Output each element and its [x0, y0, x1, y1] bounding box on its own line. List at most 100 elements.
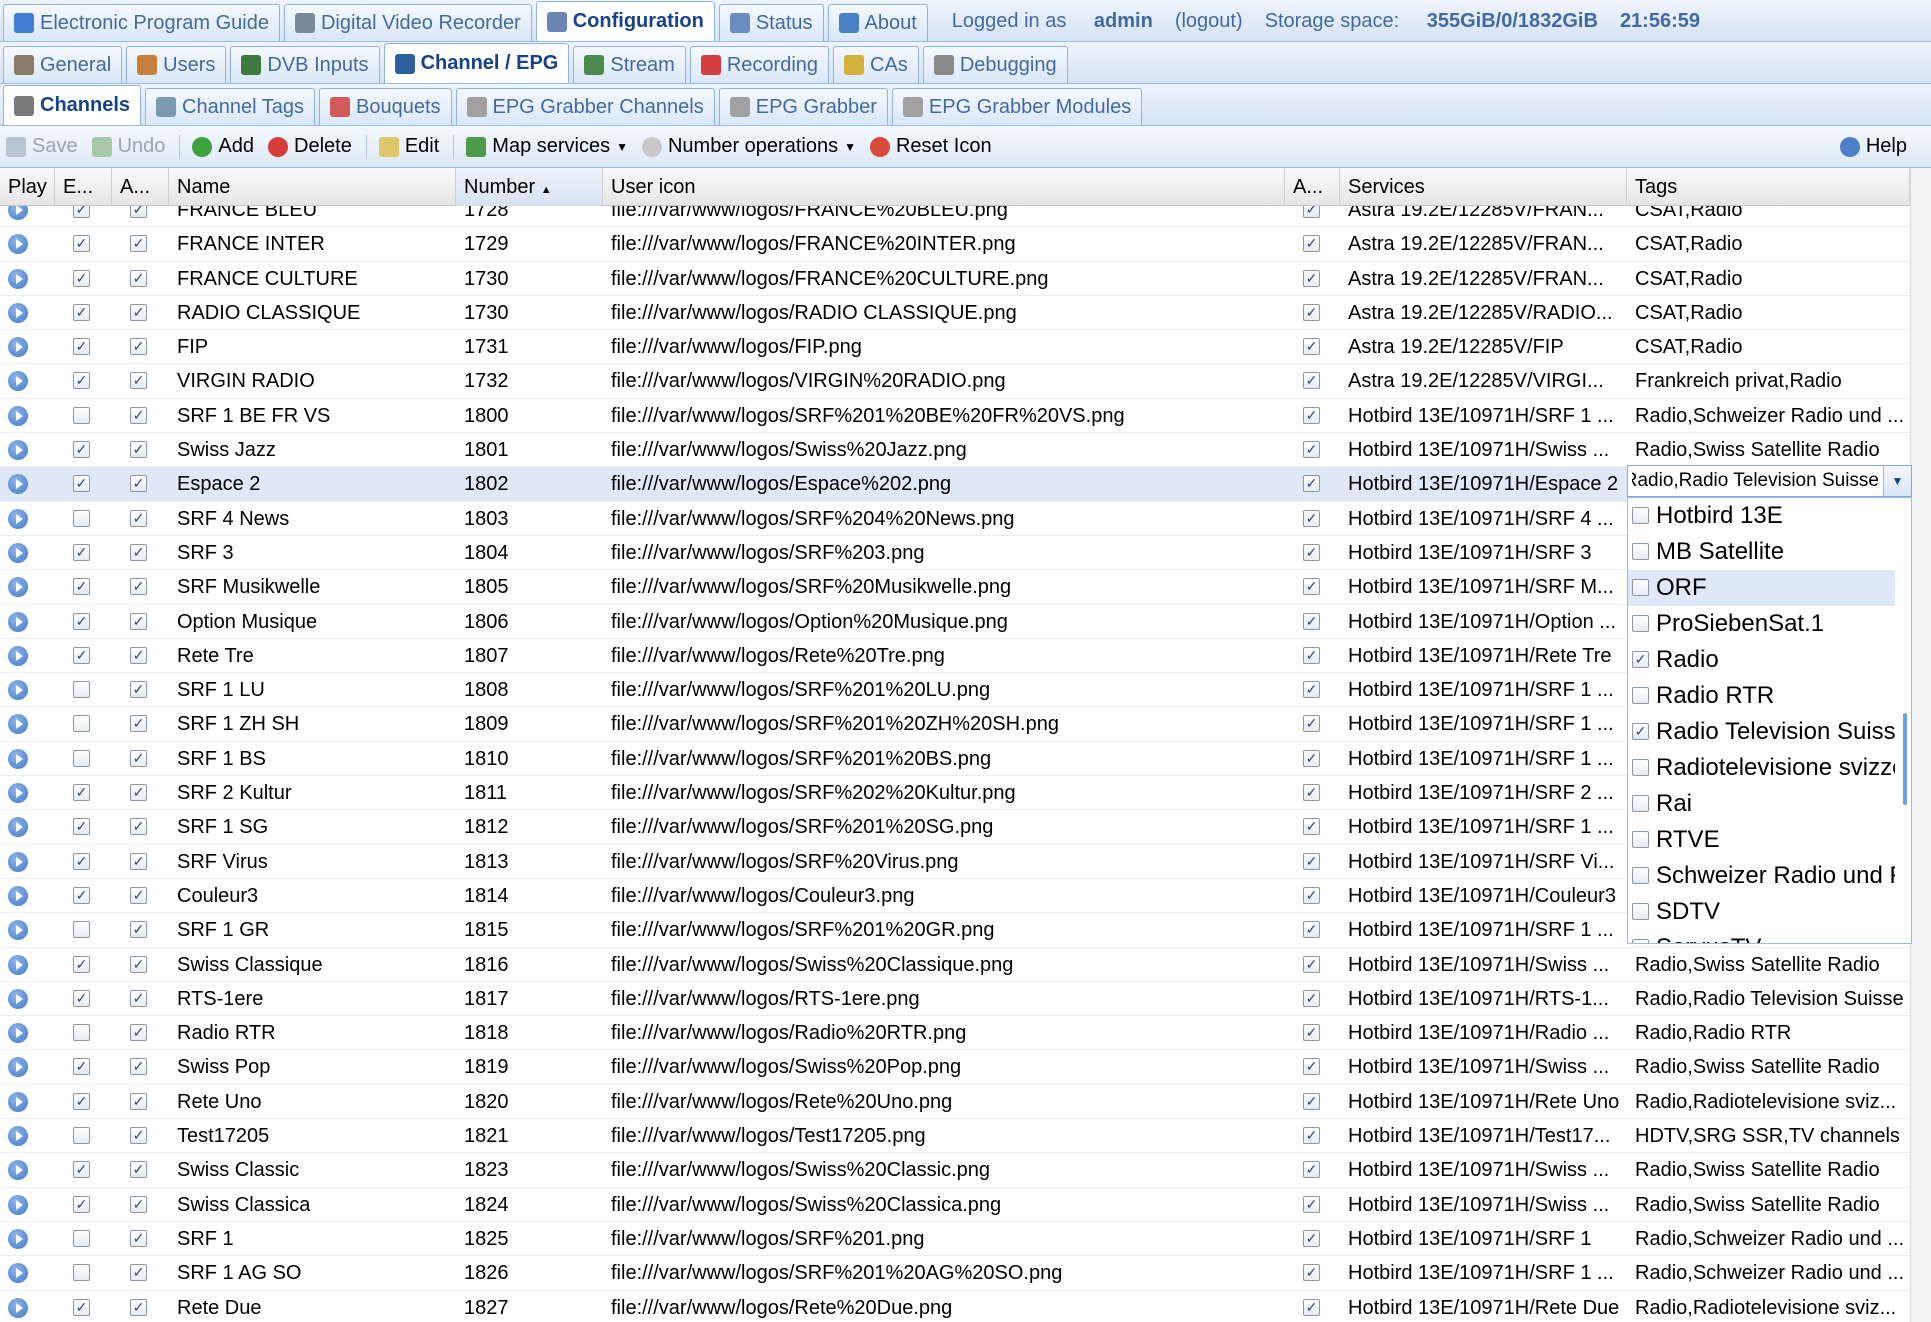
- enabled-checkbox[interactable]: [73, 406, 90, 424]
- tag-option-checkbox[interactable]: ✓: [1632, 651, 1649, 668]
- play-icon[interactable]: [8, 440, 28, 461]
- enabled-checkbox[interactable]: ✓: [73, 303, 90, 321]
- autoname-checkbox[interactable]: ✓: [130, 749, 147, 767]
- autoname-checkbox[interactable]: ✓: [130, 338, 147, 356]
- enabled-checkbox[interactable]: ✓: [73, 206, 90, 218]
- play-icon[interactable]: [8, 885, 28, 906]
- auto-icon-checkbox[interactable]: ✓: [1303, 206, 1320, 218]
- auto-icon-checkbox[interactable]: ✓: [1303, 1058, 1320, 1076]
- tags-input[interactable]: [1628, 466, 1883, 496]
- enabled-checkbox[interactable]: ✓: [73, 441, 90, 459]
- table-row[interactable]: ✓ SRF 4 News 1803 file:///var/www/logos/SRF…: [0, 502, 1910, 536]
- column-header-tags[interactable]: Tags: [1627, 168, 1910, 206]
- enabled-checkbox[interactable]: ✓: [73, 784, 90, 802]
- auto-icon-checkbox[interactable]: ✓: [1303, 269, 1320, 287]
- grid-scrollbar[interactable]: [1910, 168, 1931, 1322]
- table-row[interactable]: ✓ ✓ Swiss Jazz 1801 file:///var/www/logos/Sw…: [0, 433, 1910, 468]
- table-row[interactable]: ✓ ✓ Couleur3 1814 file:///var/www/logos/Coul…: [0, 879, 1910, 914]
- save-button[interactable]: Save: [6, 135, 78, 158]
- table-row[interactable]: ✓ ✓ Swiss Classic 1823 file:///var/www/logos…: [0, 1153, 1910, 1188]
- enabled-checkbox[interactable]: [73, 1024, 90, 1042]
- table-row[interactable]: ✓ ✓ Swiss Classique 1816 file:///var/www/log…: [0, 948, 1910, 982]
- channel-tab-channels[interactable]: Channels: [3, 85, 142, 125]
- auto-icon-checkbox[interactable]: ✓: [1303, 681, 1320, 699]
- auto-icon-checkbox[interactable]: ✓: [1303, 921, 1320, 939]
- play-icon[interactable]: [8, 851, 28, 872]
- enabled-checkbox[interactable]: ✓: [73, 338, 90, 356]
- logout-link[interactable]: (logout): [1175, 10, 1243, 33]
- enabled-checkbox[interactable]: [73, 509, 90, 527]
- autoname-checkbox[interactable]: ✓: [130, 269, 147, 287]
- table-row[interactable]: ✓ ✓ SRF Musikwelle 1805 file:///var/www/logo…: [0, 570, 1910, 605]
- tab-configuration[interactable]: Configuration: [535, 1, 715, 41]
- enabled-checkbox[interactable]: ✓: [73, 1058, 90, 1076]
- auto-icon-checkbox[interactable]: ✓: [1303, 1298, 1320, 1316]
- column-header-autoname[interactable]: A...: [112, 168, 169, 206]
- autoname-checkbox[interactable]: ✓: [130, 372, 147, 390]
- enabled-checkbox[interactable]: ✓: [73, 955, 90, 973]
- autoname-checkbox[interactable]: ✓: [130, 543, 147, 561]
- undo-button[interactable]: Undo: [91, 135, 165, 158]
- enabled-checkbox[interactable]: [73, 681, 90, 699]
- autoname-checkbox[interactable]: ✓: [130, 1298, 147, 1316]
- tag-option[interactable]: ServusTV: [1628, 930, 1895, 943]
- play-icon[interactable]: [8, 268, 28, 289]
- tag-option-checkbox[interactable]: [1632, 903, 1649, 920]
- table-row[interactable]: ✓ ✓ FRANCE INTER 1729 file:///var/www/logos/…: [0, 227, 1910, 262]
- enabled-checkbox[interactable]: [73, 1229, 90, 1247]
- auto-icon-checkbox[interactable]: ✓: [1303, 852, 1320, 870]
- autoname-checkbox[interactable]: ✓: [130, 235, 147, 253]
- config-tab-general[interactable]: General: [3, 46, 123, 83]
- table-row[interactable]: ✓ ✓ SRF Virus 1813 file:///var/www/logos/SRF…: [0, 845, 1910, 879]
- tag-option-checkbox[interactable]: [1632, 579, 1649, 596]
- tag-option[interactable]: Rai: [1628, 786, 1895, 822]
- auto-icon-checkbox[interactable]: ✓: [1303, 646, 1320, 664]
- play-icon[interactable]: [8, 1091, 28, 1112]
- tag-option[interactable]: ✓ Radio: [1628, 642, 1895, 678]
- enabled-checkbox[interactable]: ✓: [73, 1092, 90, 1110]
- auto-icon-checkbox[interactable]: ✓: [1303, 784, 1320, 802]
- table-row[interactable]: ✓ ✓ Swiss Pop 1819 file:///var/www/logos/Swi…: [0, 1050, 1910, 1085]
- channel-tab-bouquets[interactable]: Bouquets: [318, 88, 452, 125]
- play-icon[interactable]: [8, 1126, 28, 1147]
- auto-icon-checkbox[interactable]: ✓: [1303, 475, 1320, 493]
- dropdown-scrollbar-thumb[interactable]: [1903, 713, 1907, 805]
- table-row[interactable]: ✓ SRF 1 1825 file:///var/www/logos/SRF%201.…: [0, 1222, 1910, 1257]
- auto-icon-checkbox[interactable]: ✓: [1303, 372, 1320, 390]
- tag-option[interactable]: RTVE: [1628, 822, 1895, 858]
- enabled-checkbox[interactable]: ✓: [73, 235, 90, 253]
- enabled-checkbox[interactable]: ✓: [73, 372, 90, 390]
- autoname-checkbox[interactable]: ✓: [130, 955, 147, 973]
- edit-button[interactable]: Edit: [378, 135, 439, 158]
- auto-icon-checkbox[interactable]: ✓: [1303, 749, 1320, 767]
- auto-icon-checkbox[interactable]: ✓: [1303, 1161, 1320, 1179]
- auto-icon-checkbox[interactable]: ✓: [1303, 1264, 1320, 1282]
- table-row[interactable]: ✓ ✓ SRF 1 SG 1812 file:///var/www/logos/SRF%…: [0, 810, 1910, 845]
- tag-option-checkbox[interactable]: [1632, 831, 1649, 848]
- autoname-checkbox[interactable]: ✓: [130, 852, 147, 870]
- auto-icon-checkbox[interactable]: ✓: [1303, 338, 1320, 356]
- channel-tab-epg-grabber-channels[interactable]: EPG Grabber Channels: [455, 88, 715, 125]
- play-icon[interactable]: [8, 1057, 28, 1078]
- tab-digital-video-recorder[interactable]: Digital Video Recorder: [283, 4, 532, 41]
- autoname-checkbox[interactable]: ✓: [130, 441, 147, 459]
- tag-option-checkbox[interactable]: [1632, 543, 1649, 560]
- auto-icon-checkbox[interactable]: ✓: [1303, 1195, 1320, 1213]
- column-header-play[interactable]: Play: [0, 168, 55, 206]
- auto-icon-checkbox[interactable]: ✓: [1303, 543, 1320, 561]
- play-icon[interactable]: [8, 748, 28, 769]
- table-row[interactable]: ✓ ✓ Espace 2 1802 file:///var/www/logos/Espa…: [0, 467, 1910, 502]
- table-row[interactable]: ✓ ✓ SRF 3 1804 file:///var/www/logos/SRF%203…: [0, 536, 1910, 571]
- number-operations-button[interactable]: Number operations ▼: [641, 135, 856, 158]
- auto-icon-checkbox[interactable]: ✓: [1303, 955, 1320, 973]
- play-icon[interactable]: [8, 508, 28, 529]
- tag-option[interactable]: Radio RTR: [1628, 678, 1895, 714]
- column-header-enabled[interactable]: E...: [55, 168, 112, 206]
- auto-icon-checkbox[interactable]: ✓: [1303, 578, 1320, 596]
- autoname-checkbox[interactable]: ✓: [130, 1058, 147, 1076]
- config-tab-cas[interactable]: CAs: [833, 46, 919, 83]
- config-tab-dvb-inputs[interactable]: DVB Inputs: [230, 46, 380, 83]
- enabled-checkbox[interactable]: ✓: [73, 1298, 90, 1316]
- config-tab-recording[interactable]: Recording: [689, 46, 830, 83]
- play-icon[interactable]: [8, 542, 28, 563]
